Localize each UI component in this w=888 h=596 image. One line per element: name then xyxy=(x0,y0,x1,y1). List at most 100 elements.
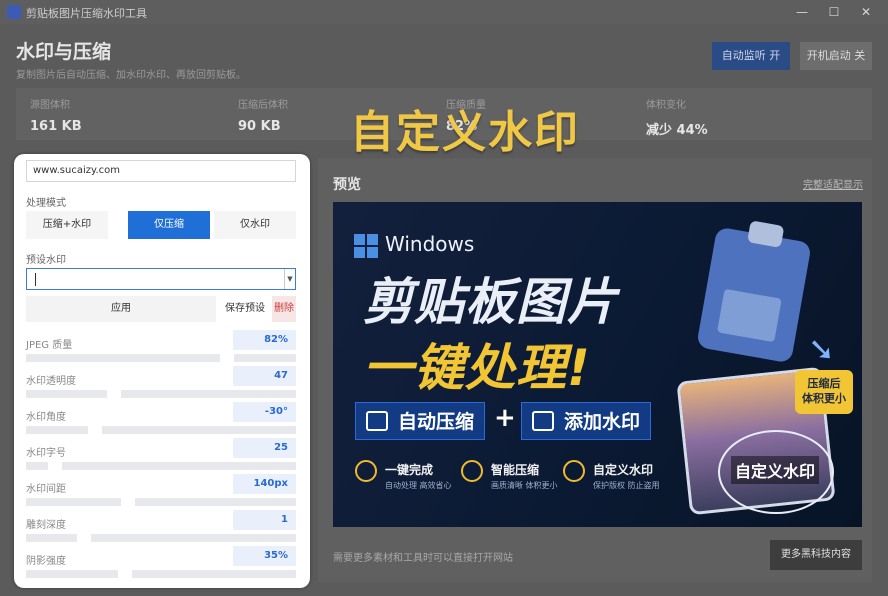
feature-title: 自定义水印 xyxy=(593,463,654,477)
stat-value: 161 KB xyxy=(30,119,82,134)
tag-label: 自动压缩 xyxy=(398,411,475,433)
slider-fill xyxy=(26,390,107,398)
slider-fill xyxy=(26,498,121,506)
mode-compress-only[interactable]: 仅压缩 xyxy=(128,211,210,239)
stat-label: 源图体积 xyxy=(30,100,70,111)
slider-value-input[interactable]: -30° xyxy=(233,402,296,422)
slider-track[interactable] xyxy=(26,426,296,434)
slider-value-input[interactable]: 140px xyxy=(233,474,296,494)
shield-check-icon xyxy=(563,460,585,482)
preview-image: Windows 剪贴板图片 一键处理! ➘ 自定义水印 压缩后 体积更小 自动压… xyxy=(333,202,862,527)
badge-line-2: 体积更小 xyxy=(802,392,846,405)
preset-select[interactable]: ▼ xyxy=(26,268,296,290)
stat-value: 减少 44% xyxy=(646,123,708,138)
slider-value-input[interactable]: 1 xyxy=(233,510,296,530)
slider-fill xyxy=(26,534,77,542)
slider-track[interactable] xyxy=(26,570,296,578)
mode-selector: 压缩+水印 仅压缩 仅水印 xyxy=(26,211,296,239)
shield-icon xyxy=(532,411,554,431)
preset-label: 预设水印 xyxy=(26,255,66,266)
slider-row: 阴影强度 35% xyxy=(26,546,296,582)
slider-row: 水印间距 140px xyxy=(26,474,296,510)
slider-remaining xyxy=(62,462,296,470)
slider-label: JPEG 质量 xyxy=(26,340,73,351)
slider-row: 雕刻深度 1 xyxy=(26,510,296,546)
slider-row: 水印角度 -30° xyxy=(26,402,296,438)
maximize-button[interactable]: ☐ xyxy=(826,4,842,20)
slider-track[interactable] xyxy=(26,534,296,542)
headline-line-2: 一键处理! xyxy=(363,339,591,397)
slider-fill xyxy=(26,570,118,578)
clipboard-image xyxy=(716,288,782,343)
preview-title: 预览 xyxy=(333,177,361,193)
mode-compress-watermark[interactable]: 压缩+水印 xyxy=(26,211,108,239)
slider-remaining xyxy=(234,354,296,362)
overlay-title: 自定义水印 xyxy=(350,107,580,158)
slider-label: 水印透明度 xyxy=(26,376,76,387)
slider-fill xyxy=(26,426,88,434)
minimize-button[interactable]: — xyxy=(794,4,810,20)
slider-value-input[interactable]: 47 xyxy=(233,366,296,386)
windows-logo-icon xyxy=(354,234,378,258)
slider-fill xyxy=(26,462,48,470)
slider-label: 阴影强度 xyxy=(26,556,66,567)
slider-label: 水印字号 xyxy=(26,448,66,459)
startup-toggle[interactable]: 开机启动 关 xyxy=(800,42,872,70)
feature-desc: 自动处理 高效省心 xyxy=(385,481,452,490)
mode-label: 处理模式 xyxy=(26,198,66,209)
slider-value-input[interactable]: 82% xyxy=(233,330,296,350)
lightning-icon xyxy=(355,460,377,482)
app-icon xyxy=(7,5,21,19)
badge-line-1: 压缩后 xyxy=(807,377,841,390)
curved-arrow-icon: ➘ xyxy=(808,330,835,368)
feature-title: 智能压缩 xyxy=(491,463,540,477)
slider-track[interactable] xyxy=(26,498,296,506)
slider-remaining xyxy=(132,570,296,578)
footer-hint: 需要更多素材和工具时可以直接打开网站 xyxy=(333,553,513,564)
target-icon xyxy=(461,460,483,482)
slider-row: JPEG 质量 82% xyxy=(26,330,296,366)
tag-add-watermark: 添加水印 xyxy=(521,402,651,440)
slider-label: 水印角度 xyxy=(26,412,66,423)
windows-label: Windows xyxy=(385,232,475,256)
window-title: 剪贴板图片压缩水印工具 xyxy=(26,7,147,20)
slider-label: 水印间距 xyxy=(26,484,66,495)
tag-auto-compress: 自动压缩 xyxy=(355,402,485,440)
slider-track[interactable] xyxy=(26,390,296,398)
auto-monitor-toggle[interactable]: 自动监听 开 xyxy=(712,42,790,70)
slider-remaining xyxy=(91,534,296,542)
control-panel: www.sucaizy.com 处理模式 压缩+水印 仅压缩 仅水印 预设水印 … xyxy=(14,154,310,588)
text-caret xyxy=(35,273,36,286)
stat-label: 体积变化 xyxy=(646,100,686,111)
apply-button[interactable]: 应用 xyxy=(26,296,216,322)
chevron-down-icon[interactable]: ▼ xyxy=(284,269,295,289)
slider-fill xyxy=(26,354,220,362)
compress-icon xyxy=(366,411,388,431)
feature-desc: 保护版权 防止盗用 xyxy=(593,481,660,490)
more-tools-button[interactable]: 更多黑科技内容 xyxy=(770,540,862,570)
slider-value-input[interactable]: 35% xyxy=(233,546,296,566)
page-header: 水印与压缩 复制图片后自动压缩、加水印水印、再放回剪贴板。 自动监听 开 开机启… xyxy=(0,24,888,84)
plus-sign: + xyxy=(494,403,516,433)
slider-row: 水印透明度 47 xyxy=(26,366,296,402)
slider-remaining xyxy=(121,390,296,398)
delete-preset-button[interactable]: 删除 xyxy=(272,296,296,322)
feature-title: 一键完成 xyxy=(385,463,434,477)
watermark-text-input[interactable]: www.sucaizy.com xyxy=(26,160,296,182)
close-button[interactable]: ✕ xyxy=(858,4,874,20)
page-subtitle: 复制图片后自动压缩、加水印水印、再放回剪贴板。 xyxy=(16,70,246,81)
slider-label: 雕刻深度 xyxy=(26,520,66,531)
stat-source-size: 源图体积 161 KB xyxy=(30,96,230,134)
tag-label: 添加水印 xyxy=(564,411,641,433)
page-title: 水印与压缩 xyxy=(16,41,112,63)
slider-track[interactable] xyxy=(26,462,296,470)
fit-display-link[interactable]: 完整适配显示 xyxy=(803,176,863,191)
mode-watermark-only[interactable]: 仅水印 xyxy=(214,211,296,239)
slider-row: 水印字号 25 xyxy=(26,438,296,474)
slider-remaining xyxy=(102,426,296,434)
slider-track[interactable] xyxy=(26,354,296,362)
size-badge: 压缩后 体积更小 xyxy=(795,370,853,414)
title-bar: 剪贴板图片压缩水印工具 — ☐ ✕ xyxy=(0,0,888,24)
slider-value-input[interactable]: 25 xyxy=(233,438,296,458)
save-preset-button[interactable]: 保存预设 xyxy=(224,296,266,322)
